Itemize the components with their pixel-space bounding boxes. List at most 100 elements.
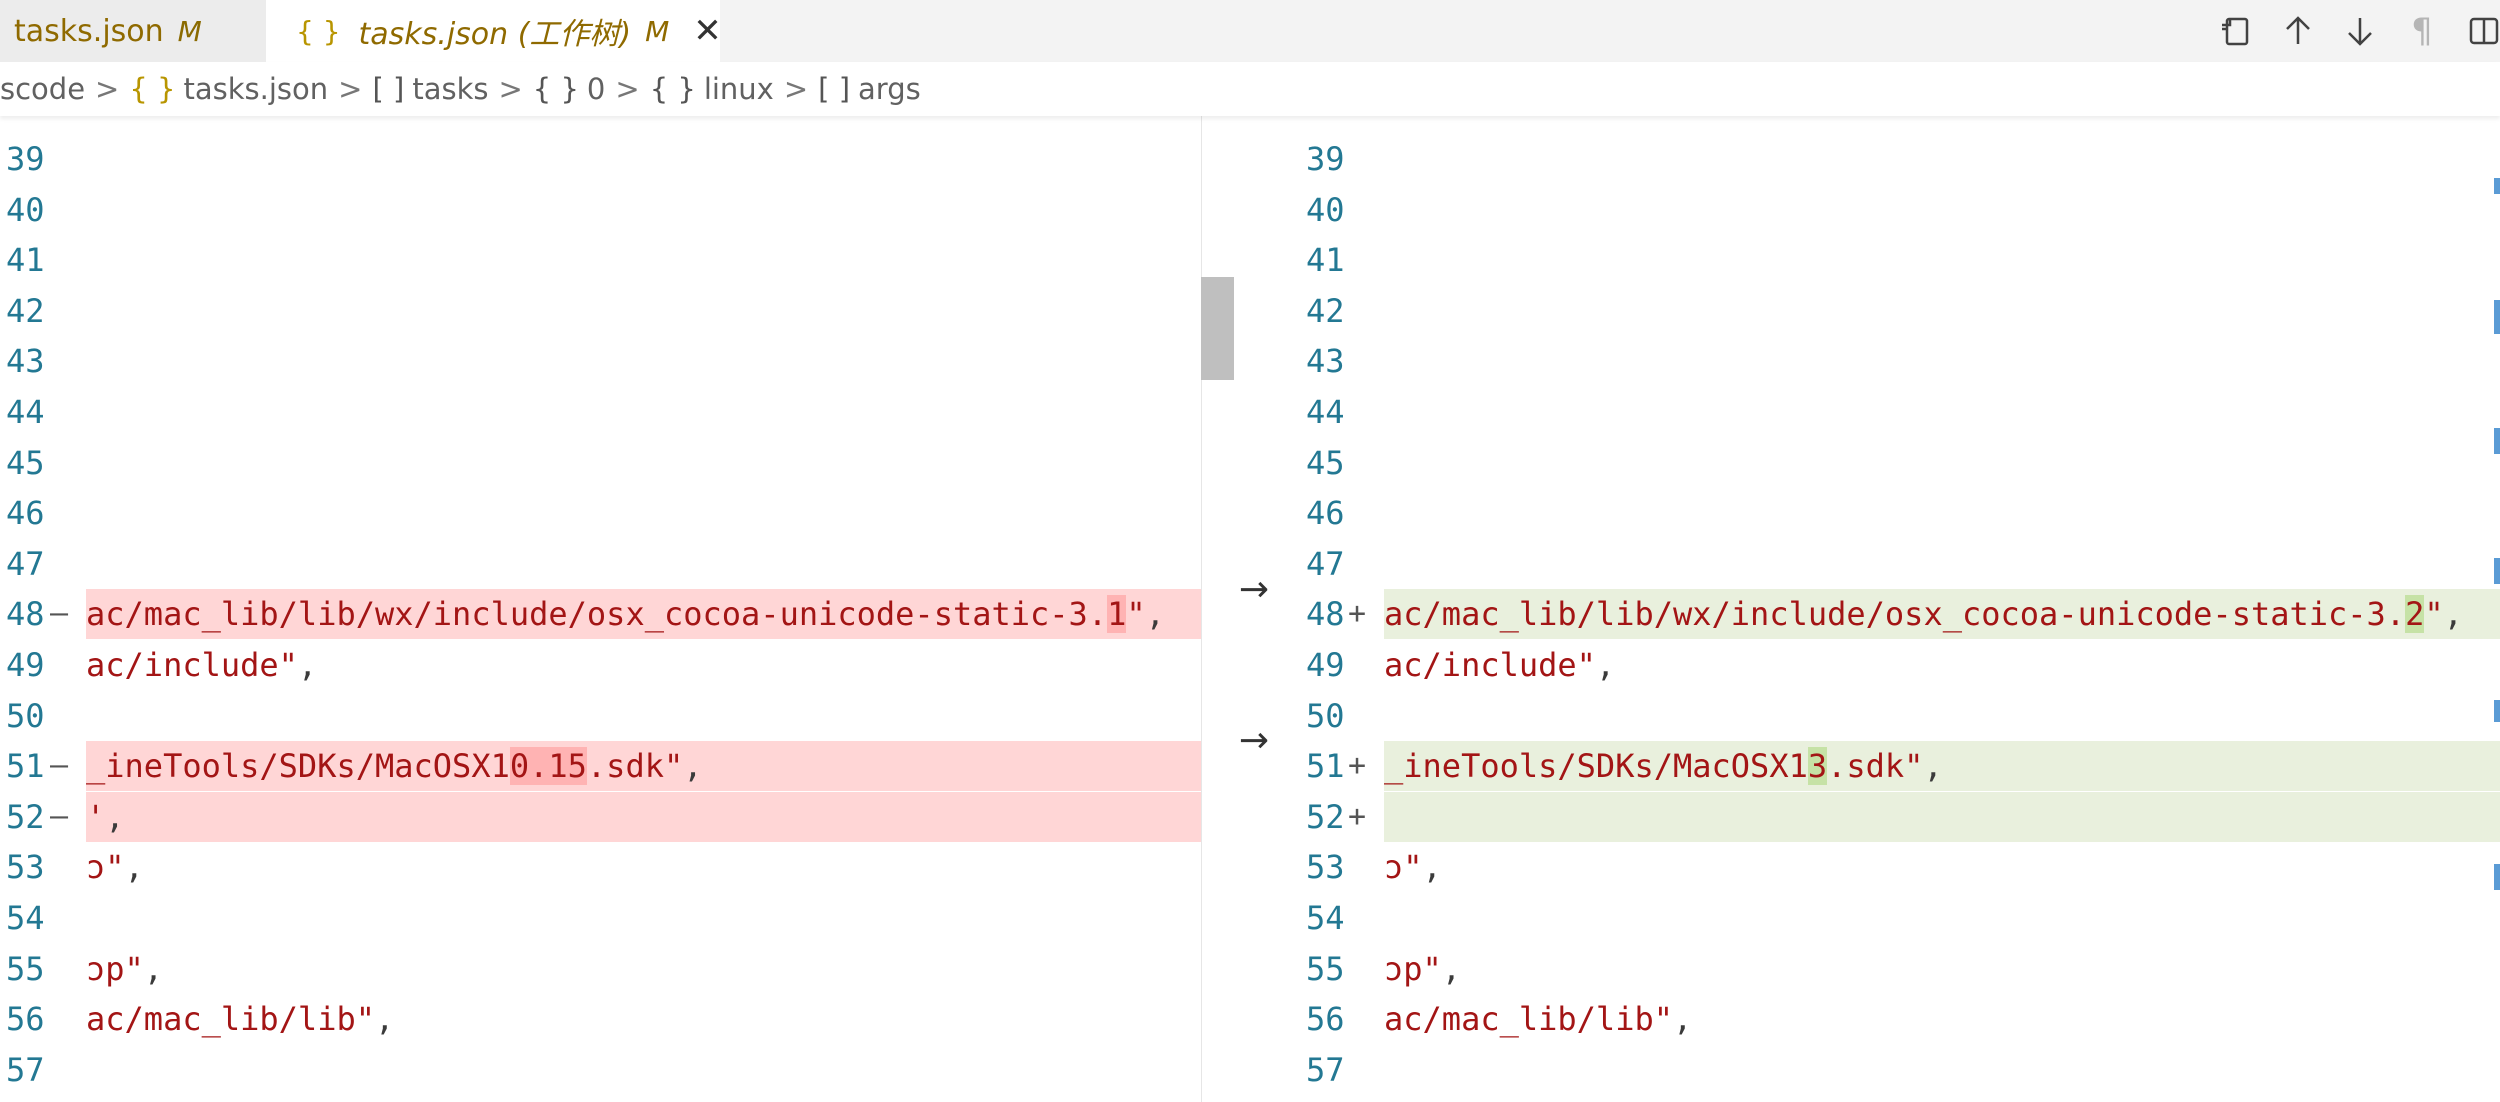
revert-change-arrow-icon[interactable]: → xyxy=(1232,565,1276,615)
breadcrumb-item[interactable]: tasks xyxy=(412,72,488,106)
code-text: ɔ", xyxy=(1384,842,1442,892)
line-number: 51 xyxy=(1306,747,1345,786)
array-icon: [ ] xyxy=(818,72,851,106)
code-line[interactable]: 58 xyxy=(0,1095,1234,1102)
code-line[interactable]: 56 ac/mac_lib/lib", xyxy=(1234,994,2500,1044)
code-line[interactable]: 41 xyxy=(1234,235,2500,285)
code-line[interactable]: 46 xyxy=(1234,488,2500,538)
breadcrumb-item[interactable]: linux xyxy=(704,72,774,106)
code-line[interactable]: 40 xyxy=(0,185,1234,235)
code-text: ac/mac_lib/lib/wx/include/osx_cocoa-unic… xyxy=(86,589,1165,639)
code-line[interactable]: 50 xyxy=(1234,691,2500,741)
code-line[interactable]: 45 xyxy=(1234,438,2500,488)
code-segment: " xyxy=(1126,595,1146,634)
changed-characters: 0.15 xyxy=(509,747,587,786)
line-number: 58 xyxy=(6,1095,45,1102)
code-line[interactable]: 42 xyxy=(0,286,1234,336)
code-line[interactable]: 44 xyxy=(0,387,1234,437)
code-text: _ineTools/SDKs/MacOSX13.sdk", xyxy=(1384,741,1943,791)
code-line[interactable]: 49 ac/include", xyxy=(0,640,1234,690)
line-number: 40 xyxy=(1306,190,1345,229)
breadcrumb: scode > { } tasks.json > [ ] tasks > { }… xyxy=(0,62,2500,116)
code-line[interactable]: 51— _ineTools/SDKs/MacOSX10.15.sdk", xyxy=(0,741,1234,792)
split-editor-icon[interactable] xyxy=(2462,10,2500,52)
code-segment: .sdk" xyxy=(586,747,684,786)
code-line[interactable]: 47 xyxy=(1234,539,2500,589)
overview-ruler-mark xyxy=(2494,300,2500,334)
changed-characters: 2 xyxy=(2405,595,2425,634)
code-line[interactable]: 58 xyxy=(1234,1095,2500,1102)
code-line[interactable]: 55 ɔp", xyxy=(0,944,1234,994)
code-line[interactable]: 57 xyxy=(0,1045,1234,1095)
punctuation: , xyxy=(1145,595,1165,634)
line-number: 40 xyxy=(6,190,45,229)
breadcrumb-item[interactable]: 0 xyxy=(587,72,605,106)
code-line[interactable]: 54 xyxy=(1234,893,2500,943)
arrow-up-icon[interactable] xyxy=(2276,10,2320,52)
code-line[interactable]: 45 xyxy=(0,438,1234,488)
removed-marker: — xyxy=(50,748,69,784)
code-line[interactable]: 48 + ac/mac_lib/lib/wx/include/osx_cocoa-u… xyxy=(1234,589,2500,640)
code-line[interactable]: 46 xyxy=(0,488,1234,538)
punctuation: , xyxy=(1441,949,1462,988)
revert-change-arrow-icon[interactable]: → xyxy=(1232,716,1276,766)
code-line[interactable]: 43 xyxy=(0,336,1234,386)
diff-original-editor[interactable]: 39 40 41 42 43 44 45 46 47 48— ac/mac_lib/lib/wx/i… xyxy=(0,116,1234,1102)
code-segment: .sdk" xyxy=(1827,747,1924,786)
line-number: 53 xyxy=(6,848,45,887)
code-line[interactable]: 53 ɔ", xyxy=(0,842,1234,892)
breadcrumb-item[interactable]: tasks.json xyxy=(183,72,328,106)
line-number: 54 xyxy=(6,899,45,937)
code-line[interactable]: 40 xyxy=(1234,185,2500,235)
code-segment: _ineTools/SDKs/MacOSX1 xyxy=(1384,747,1808,786)
code-line[interactable]: 48— ac/mac_lib/lib/wx/include/osx_cocoa-u… xyxy=(0,589,1234,640)
code-line[interactable]: 53 ɔ", xyxy=(1234,842,2500,892)
tab-tasks-json[interactable]: tasks.json M xyxy=(0,0,266,62)
code-line[interactable]: 39 xyxy=(0,134,1234,184)
code-line[interactable]: 43 xyxy=(1234,336,2500,386)
code-line[interactable]: 52— ', xyxy=(0,791,1234,842)
code-line[interactable]: 56 ac/mac_lib/lib", xyxy=(0,994,1234,1044)
punctuation: , xyxy=(124,848,144,887)
arrow-down-icon[interactable] xyxy=(2338,10,2382,52)
tab-label: tasks.json (工作树) xyxy=(358,17,632,52)
code-line[interactable]: 49 ac/include", xyxy=(1234,640,2500,690)
code-line[interactable]: 44 xyxy=(1234,387,2500,437)
overview-ruler-mark xyxy=(2494,428,2500,454)
code-line[interactable]: 50 xyxy=(0,691,1234,741)
code-line[interactable]: 39 xyxy=(1234,134,2500,184)
code-line[interactable]: 57 xyxy=(1234,1045,2500,1095)
code-line[interactable]: 54 xyxy=(0,893,1234,943)
code-text: ac/include", xyxy=(86,640,317,690)
open-file-icon[interactable] xyxy=(2214,10,2258,52)
line-number: 57 xyxy=(6,1050,45,1089)
scrollbar-thumb[interactable] xyxy=(1201,277,1234,380)
line-number: 45 xyxy=(6,443,45,482)
code-line[interactable]: 41 xyxy=(0,235,1234,285)
close-icon[interactable]: ✕ xyxy=(693,11,722,51)
line-number: 44 xyxy=(6,393,45,431)
code-line[interactable]: 55 ɔp", xyxy=(1234,944,2500,994)
line-number: 46 xyxy=(1306,494,1345,533)
punctuation: , xyxy=(374,1000,395,1039)
code-line[interactable]: 47 xyxy=(0,539,1234,589)
pilcrow-icon[interactable]: ¶ xyxy=(2400,10,2444,52)
breadcrumb-item[interactable]: args xyxy=(858,72,921,106)
punctuation: , xyxy=(105,797,125,836)
diff-modified-editor[interactable]: 39 40 41 42 43 44 45 46 47 48 + ac/mac_lib/lib/wx/i… xyxy=(1234,116,2500,1102)
tab-tasks-json-worktree[interactable]: { } tasks.json (工作树) M ✕ xyxy=(266,0,722,62)
code-segment: " xyxy=(2424,595,2444,634)
changed-characters: 3 xyxy=(1807,747,1828,786)
deleted-line-highlight xyxy=(86,791,1234,842)
line-number: 47 xyxy=(1306,544,1345,583)
object-icon: { } xyxy=(532,72,579,106)
code-line[interactable]: 42 xyxy=(1234,286,2500,336)
breadcrumb-item[interactable]: scode xyxy=(0,72,85,106)
tab-label: tasks.json xyxy=(14,13,164,49)
code-segment: ac/include" xyxy=(86,646,298,684)
line-number: 41 xyxy=(6,241,45,280)
diff-vertical-scrollbar[interactable] xyxy=(1201,116,1234,1102)
code-line[interactable]: 52 + xyxy=(1234,791,2500,842)
line-number: 58 xyxy=(1306,1095,1345,1102)
code-line[interactable]: 51 + _ineTools/SDKs/MacOSX13.sdk", xyxy=(1234,741,2500,792)
